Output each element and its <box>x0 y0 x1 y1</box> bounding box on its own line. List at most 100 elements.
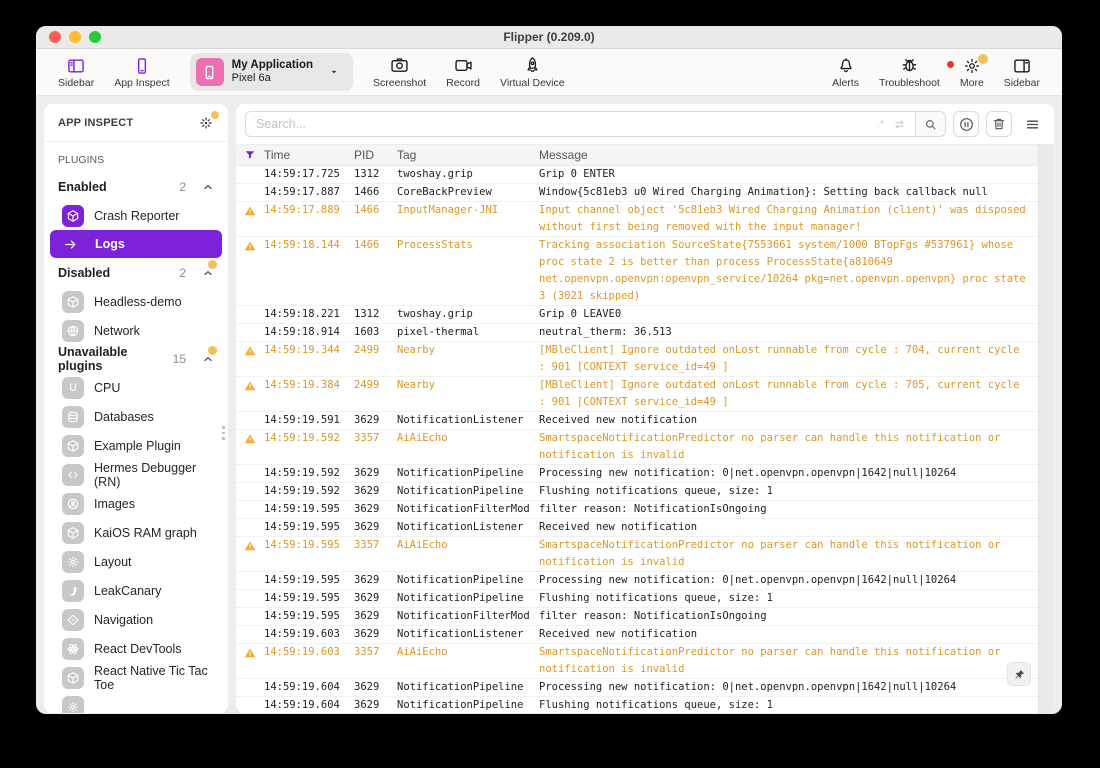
pause-logs-button[interactable] <box>953 111 979 137</box>
plugin-label: LeakCanary <box>94 583 162 598</box>
log-row[interactable]: 14:59:19.344 2499 Nearby [MBleClient] Ignor… <box>236 342 1038 377</box>
sidebar-item-logs[interactable]: Logs <box>50 230 222 258</box>
log-message-cell: Flushing notifications queue, size: 1 <box>539 699 773 711</box>
column-header-message[interactable]: Message <box>539 148 1038 162</box>
column-header-tag[interactable]: Tag <box>397 148 539 162</box>
sidebar-item-react-devtools[interactable]: React DevTools <box>44 634 228 663</box>
plugin-label: Navigation <box>94 612 154 627</box>
column-header-time[interactable]: Time <box>264 148 354 162</box>
log-message-cell: Received new notification <box>539 628 698 640</box>
regex-toggle-icon[interactable]: .* <box>876 119 885 130</box>
sidebar-item-network[interactable]: Network <box>44 316 228 345</box>
swap-arrows-icon[interactable] <box>892 117 907 132</box>
column-header-pid[interactable]: PID <box>354 148 397 162</box>
log-message-cell: Grip 0 LEAVE0 <box>539 308 622 320</box>
log-row[interactable]: 14:59:18.914 1603 pixel-thermal neutral_the… <box>236 324 1038 342</box>
log-row[interactable]: 14:59:19.595 3629 NotificationListener Rece… <box>236 519 1038 537</box>
sidebar-item-navigation[interactable]: Navigation <box>44 605 228 634</box>
log-time-cell: 14:59:19.603 <box>264 646 340 658</box>
app-inspect-header[interactable]: APP INSPECT <box>44 104 228 142</box>
log-level-cell <box>236 679 264 696</box>
log-row[interactable]: 14:59:19.604 3629 NotificationPipeline Proc… <box>236 679 1038 697</box>
bug-icon <box>899 55 920 76</box>
chevron-up-icon[interactable] <box>202 346 217 365</box>
filter-funnel-icon[interactable] <box>236 149 264 161</box>
log-row[interactable]: 14:59:19.595 3629 NotificationFilterMod fil… <box>236 501 1038 519</box>
more-button[interactable]: More <box>950 54 994 89</box>
log-row[interactable]: 14:59:19.384 2499 Nearby [MBleClient] Ignor… <box>236 377 1038 412</box>
databases-icon <box>62 405 84 428</box>
zoom-window-button[interactable] <box>89 31 101 43</box>
sidebar-item-example-plugin[interactable]: Example Plugin <box>44 431 228 460</box>
log-row[interactable]: 14:59:17.889 1466 InputManager-JNI Input ch… <box>236 202 1038 237</box>
sidebar-item-react-native-tic-tac-toe[interactable]: React Native Tic Tac Toe <box>44 663 228 692</box>
sidebar-item-kaios-ram-graph[interactable]: KaiOS RAM graph <box>44 518 228 547</box>
log-message-cell: Processing new notification: 0|net.openv… <box>539 467 957 479</box>
close-window-button[interactable] <box>49 31 61 43</box>
log-row[interactable]: 14:59:19.592 3629 NotificationPipeline Proc… <box>236 465 1038 483</box>
section-count: 2 <box>179 180 186 194</box>
sidebar-item-headless-demo[interactable]: Headless-demo <box>44 287 228 316</box>
screenshot-button[interactable]: Screenshot <box>363 55 436 89</box>
device-app-selector[interactable]: My Application Pixel 6a <box>189 52 354 92</box>
sidebar-item-cpu[interactable]: CPU <box>44 373 228 402</box>
log-tag-cell: pixel-thermal <box>397 326 480 338</box>
toolbar-button-label: Troubleshoot <box>878 77 940 89</box>
app-inspect-button[interactable]: App Inspect <box>104 55 179 89</box>
log-row[interactable]: 14:59:19.592 3629 NotificationPipeline Flus… <box>236 483 1038 501</box>
toolbar-button-label: Record <box>446 77 480 89</box>
sidebar-item-leakcanary[interactable]: LeakCanary <box>44 576 228 605</box>
scrollbar-track[interactable] <box>1038 144 1054 713</box>
record-button[interactable]: Record <box>436 55 490 89</box>
sidebar-item-databases[interactable]: Databases <box>44 402 228 431</box>
pin-to-bottom-button[interactable] <box>1008 663 1030 685</box>
left-sidebar-toggle-button[interactable]: Sidebar <box>48 55 104 89</box>
troubleshoot-button[interactable]: Troubleshoot <box>869 55 954 89</box>
sidebar-item-item[interactable] <box>44 692 228 713</box>
sidebar-item-images[interactable]: Images <box>44 489 228 518</box>
log-pid-cell: 3629 <box>354 610 380 622</box>
search-submit-button[interactable] <box>915 112 945 136</box>
table-options-menu-button[interactable] <box>1019 111 1045 137</box>
log-row[interactable]: 14:59:18.144 1466 ProcessStats Tracking ass… <box>236 237 1038 306</box>
log-row[interactable]: 14:59:17.725 1312 twoshay.grip Grip 0 ENTER <box>236 166 1038 184</box>
sidebar-item-hermes-debugger-rn[interactable]: Hermes Debugger (RN) <box>44 460 228 489</box>
log-row[interactable]: 14:59:17.887 1466 CoreBackPreview Window{5c… <box>236 184 1038 202</box>
chevron-up-icon[interactable] <box>202 260 217 279</box>
virtual-device-button[interactable]: Virtual Device <box>490 55 575 89</box>
minimize-window-button[interactable] <box>69 31 81 43</box>
plugin-section-header-enabled[interactable]: Enabled 2 <box>44 173 228 201</box>
selected-app-name: My Application <box>231 58 314 71</box>
clear-logs-button[interactable] <box>986 111 1012 137</box>
log-time-cell: 14:59:18.221 <box>264 308 340 320</box>
log-row[interactable]: 14:59:18.221 1312 twoshay.grip Grip 0 LEAVE… <box>236 306 1038 324</box>
log-row[interactable]: 14:59:19.604 3629 NotificationPipeline Flus… <box>236 697 1038 713</box>
log-row[interactable]: 14:59:19.592 3357 AiAiEcho SmartspaceNotifi… <box>236 430 1038 465</box>
log-row[interactable]: 14:59:19.603 3629 NotificationListener Rece… <box>236 626 1038 644</box>
sidebar-item-crash-reporter[interactable]: Crash Reporter <box>44 201 228 230</box>
log-time-cell: 14:59:19.344 <box>264 344 340 356</box>
log-row[interactable]: 14:59:19.595 3629 NotificationFilterMod fil… <box>236 608 1038 626</box>
log-row[interactable]: 14:59:19.595 3357 AiAiEcho SmartspaceNotifi… <box>236 537 1038 572</box>
alerts-button[interactable]: Alerts <box>822 55 869 89</box>
log-pid-cell: 3629 <box>354 699 380 711</box>
chevron-up-icon[interactable] <box>202 181 214 193</box>
log-time-cell: 14:59:19.604 <box>264 681 340 693</box>
plugin-label: React DevTools <box>94 641 182 656</box>
log-pid-cell: 3357 <box>354 432 380 444</box>
sparkle-icon[interactable] <box>198 110 219 131</box>
panel-resize-handle[interactable] <box>222 426 225 440</box>
log-row[interactable]: 14:59:19.595 3629 NotificationPipeline Proc… <box>236 572 1038 590</box>
right-sidebar-toggle-button[interactable]: Sidebar <box>994 55 1050 89</box>
sidebar-item-layout[interactable]: Layout <box>44 547 228 576</box>
log-row[interactable]: 14:59:19.595 3629 NotificationPipeline Flus… <box>236 590 1038 608</box>
titlebar[interactable]: Flipper (0.209.0) <box>36 26 1062 49</box>
plugin-section-header-unavailable-plugins[interactable]: Unavailable plugins 15 <box>44 345 228 373</box>
hermes-debugger-rn-icon <box>62 463 84 486</box>
log-row[interactable]: 14:59:19.603 3357 AiAiEcho SmartspaceNotifi… <box>236 644 1038 679</box>
log-pid-cell: 3629 <box>354 521 380 533</box>
plugin-section-header-disabled[interactable]: Disabled 2 <box>44 259 228 287</box>
log-tag-cell: AiAiEcho <box>397 646 448 658</box>
log-row[interactable]: 14:59:19.591 3629 NotificationListener Rece… <box>236 412 1038 430</box>
search-input[interactable] <box>246 112 877 136</box>
